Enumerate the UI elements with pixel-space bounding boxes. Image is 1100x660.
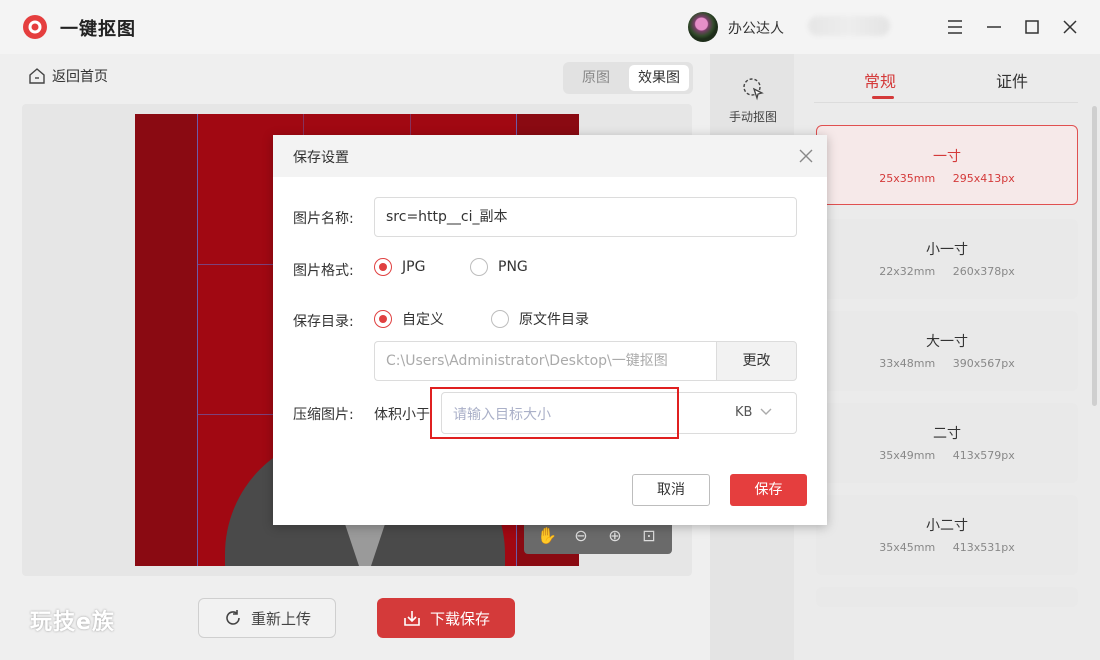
name-label: 图片名称:: [293, 211, 354, 227]
scrollbar[interactable]: [1092, 106, 1097, 406]
refresh-icon: [226, 610, 240, 625]
dir-label: 保存目录:: [293, 314, 354, 330]
dialog-header: [273, 135, 827, 177]
highlight-annotation: [430, 387, 679, 439]
format-label: 图片格式:: [293, 263, 354, 279]
lasso-cursor-icon: [743, 78, 764, 101]
close-icon[interactable]: [1057, 14, 1083, 40]
tab-effect[interactable]: 效果图: [629, 65, 689, 91]
home-icon: [29, 68, 45, 84]
size-card-small-two-inch[interactable]: 小二寸 35x45mm 413x531px: [816, 495, 1078, 575]
avatar[interactable]: [688, 12, 718, 42]
dialog-close-icon[interactable]: [795, 145, 817, 167]
save-settings-dialog: 保存设置 图片名称: src=http__ci_副本 图片格式: JPG PNG…: [273, 135, 827, 525]
size-card-small-one-inch[interactable]: 小一寸 22x32mm 260x378px: [816, 219, 1078, 299]
radio-original-label: 原文件目录: [519, 312, 589, 328]
size-name: 大一寸: [926, 334, 968, 350]
size-px: 260x378px: [952, 265, 1015, 278]
radio-dot: [491, 310, 509, 328]
download-save-button[interactable]: 下载保存: [377, 598, 515, 638]
compress-label: 压缩图片:: [293, 407, 354, 423]
blurred-user-info: [808, 16, 890, 36]
unit-select[interactable]: KB: [735, 405, 752, 420]
size-px: 390x567px: [952, 357, 1015, 370]
size-mm: 35x49mm: [879, 449, 936, 462]
size-card-partial[interactable]: [816, 587, 1078, 607]
back-home-label: 返回首页: [52, 69, 108, 85]
minimize-icon[interactable]: [981, 14, 1007, 40]
cancel-button[interactable]: 取消: [632, 474, 710, 506]
size-mm: 35x45mm: [879, 541, 936, 554]
zoom-in-icon[interactable]: ⊕: [604, 525, 626, 547]
download-icon: [404, 611, 420, 626]
save-button[interactable]: 保存: [730, 474, 807, 506]
dialog-title: 保存设置: [293, 150, 349, 166]
size-px: 413x579px: [952, 449, 1015, 462]
radio-custom-label: 自定义: [402, 312, 444, 328]
chevron-down-icon[interactable]: [759, 405, 773, 419]
hand-icon[interactable]: ✋: [536, 525, 558, 547]
radio-dot: [374, 258, 392, 276]
radio-dot: [374, 310, 392, 328]
title-bar: 一键抠图 办公达人: [0, 0, 1100, 54]
size-px: 413x531px: [952, 541, 1015, 554]
size-card-large-one-inch[interactable]: 大一寸 33x48mm 390x567px: [816, 311, 1078, 391]
active-tab-indicator: [872, 96, 894, 99]
change-dir-button[interactable]: 更改: [716, 341, 797, 381]
app-title: 一键抠图: [60, 19, 136, 40]
radio-original-dir[interactable]: 原文件目录: [491, 309, 589, 329]
download-label: 下载保存: [429, 609, 490, 628]
tab-id-photo[interactable]: 证件: [996, 68, 1028, 92]
radio-png-label: PNG: [498, 259, 528, 275]
maximize-icon[interactable]: [1019, 14, 1045, 40]
size-name: 小一寸: [926, 242, 968, 258]
zoom-out-icon[interactable]: ⊖: [570, 525, 592, 547]
tab-divider: [814, 102, 1078, 103]
radio-jpg-label: JPG: [402, 259, 426, 275]
manual-cutout-tool[interactable]: 手动抠图: [722, 76, 784, 125]
tab-normal[interactable]: 常规: [864, 68, 896, 92]
view-toggle: 原图 效果图: [563, 62, 693, 94]
watermark-logo: 玩技e族: [30, 610, 115, 635]
manual-cutout-label: 手动抠图: [728, 110, 777, 124]
radio-png[interactable]: PNG: [470, 258, 528, 276]
back-home-link[interactable]: 返回首页: [28, 66, 108, 86]
file-name-input[interactable]: src=http__ci_副本: [374, 197, 797, 237]
save-dir-input[interactable]: C:\Users\Administrator\Desktop\一键抠图: [374, 341, 717, 381]
size-mm: 22x32mm: [879, 265, 936, 278]
tab-original[interactable]: 原图: [566, 65, 626, 91]
user-name[interactable]: 办公达人: [728, 18, 784, 38]
radio-dot: [470, 258, 488, 276]
compress-prefix: 体积小于: [374, 407, 430, 423]
menu-icon[interactable]: [942, 14, 968, 40]
app-logo-icon: [23, 15, 47, 39]
radio-custom-dir[interactable]: 自定义: [374, 309, 444, 329]
size-name: 二寸: [933, 426, 961, 442]
fit-screen-icon[interactable]: ⊡: [638, 525, 660, 547]
size-card-one-inch[interactable]: 一寸 25x35mm 295x413px: [816, 125, 1078, 205]
size-mm: 25x35mm: [879, 172, 936, 185]
radio-jpg[interactable]: JPG: [374, 258, 425, 276]
size-px: 295x413px: [952, 172, 1015, 185]
reupload-button[interactable]: 重新上传: [198, 598, 336, 638]
size-name: 一寸: [933, 149, 961, 165]
size-card-two-inch[interactable]: 二寸 35x49mm 413x579px: [816, 403, 1078, 483]
size-mm: 33x48mm: [879, 357, 936, 370]
size-name: 小二寸: [926, 518, 968, 534]
reupload-label: 重新上传: [250, 609, 311, 628]
